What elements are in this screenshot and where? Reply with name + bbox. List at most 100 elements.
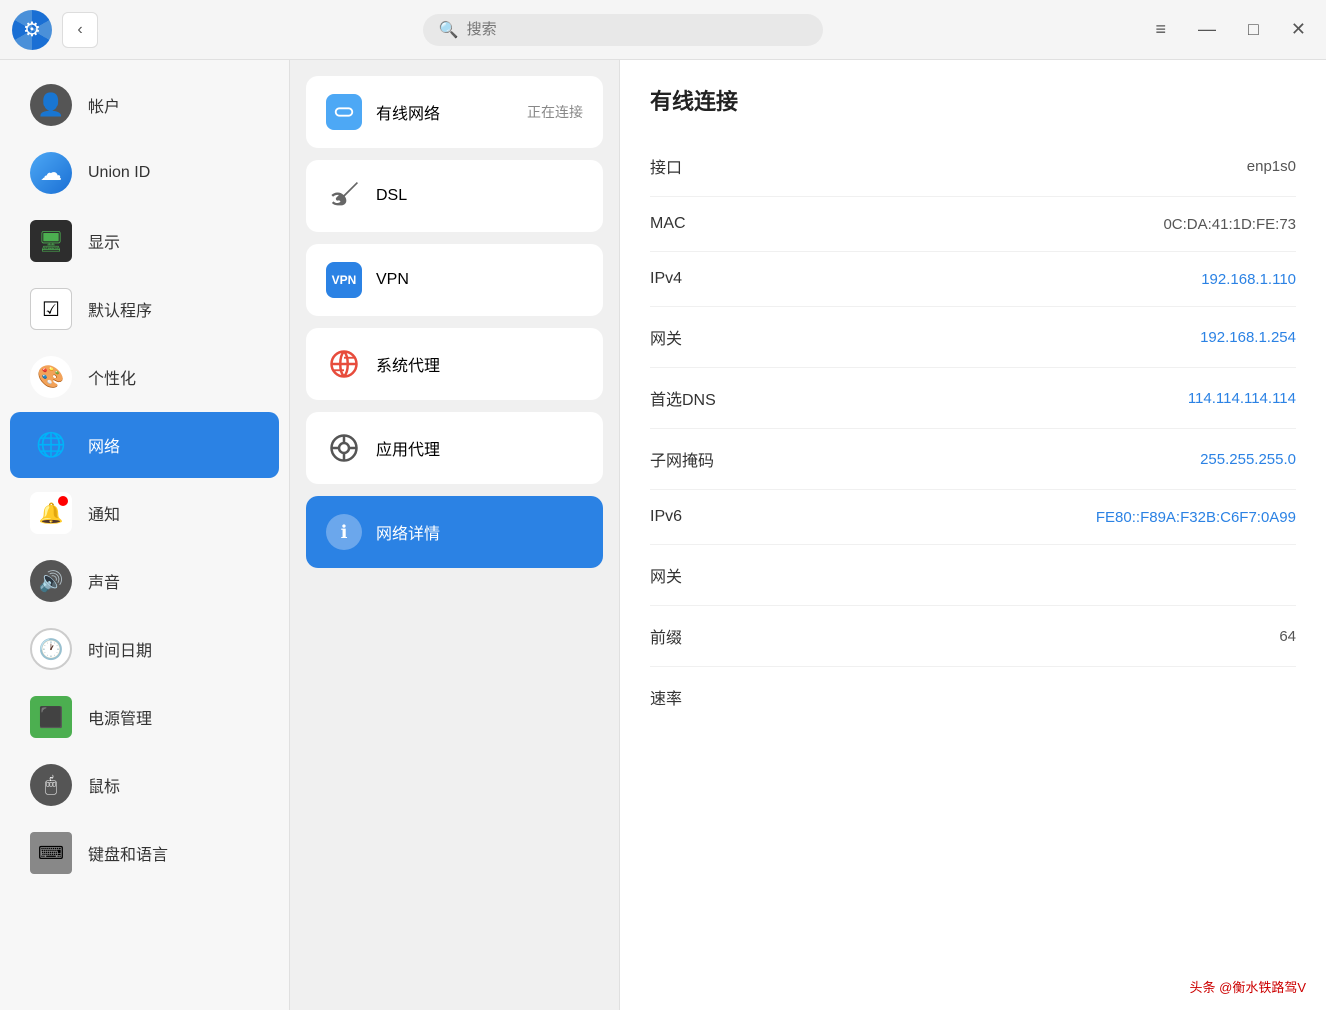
detail-row-interface: 接口 enp1s0 — [650, 136, 1296, 197]
dsl-label: DSL — [376, 187, 583, 205]
detail-row-gateway: 网关 192.168.1.254 — [650, 307, 1296, 368]
sidebar-label-default: 默认程序 — [88, 297, 152, 321]
wired-network-label: 有线网络 — [376, 100, 513, 124]
netdetail-label: 网络详情 — [376, 520, 583, 544]
display-icon: 🖥 — [30, 220, 72, 262]
detail-value-interface: enp1s0 — [1247, 158, 1296, 175]
middle-item-appproxy[interactable]: 应用代理 — [306, 412, 603, 484]
detail-row-ipv6: IPv6 FE80::F89A:F32B:C6F7:0A99 — [650, 490, 1296, 545]
netdetail-icon: ℹ — [326, 514, 362, 550]
titlebar: ‹ 🔍 ≡ — □ ✕ — [0, 0, 1326, 60]
detail-row-speed: 速率 — [650, 667, 1296, 727]
sidebar-item-personal[interactable]: 🎨 个性化 — [10, 344, 279, 410]
datetime-icon: 🕐 — [30, 628, 72, 670]
detail-value-subnet: 255.255.255.0 — [1200, 451, 1296, 468]
detail-row-dns: 首选DNS 114.114.114.114 — [650, 368, 1296, 429]
search-bar: 🔍 — [98, 14, 1148, 46]
sidebar-item-unionid[interactable]: ☁ Union ID — [10, 140, 279, 206]
detail-key-speed: 速率 — [650, 685, 682, 709]
sidebar-label-account: 帐户 — [88, 93, 120, 117]
middle-item-dsl[interactable]: DSL — [306, 160, 603, 232]
detail-key-mac: MAC — [650, 215, 686, 233]
network-icon: 🌐 — [30, 424, 72, 466]
sidebar-item-notify[interactable]: 🔔 通知 — [10, 480, 279, 546]
sidebar-item-datetime[interactable]: 🕐 时间日期 — [10, 616, 279, 682]
wired-network-status: 正在连接 — [527, 102, 583, 122]
unionid-icon: ☁ — [30, 152, 72, 194]
detail-key-gateway: 网关 — [650, 325, 682, 349]
appproxy-icon — [326, 430, 362, 466]
sidebar-label-keyboard: 键盘和语言 — [88, 841, 168, 865]
detail-value-prefix: 64 — [1279, 628, 1296, 645]
detail-row-ipv4: IPv4 192.168.1.110 — [650, 252, 1296, 307]
detail-panel: 有线连接 接口 enp1s0 MAC 0C:DA:41:1D:FE:73 IPv… — [620, 60, 1326, 1010]
sidebar-label-display: 显示 — [88, 229, 120, 253]
sidebar-label-datetime: 时间日期 — [88, 637, 152, 661]
detail-key-prefix: 前缀 — [650, 624, 682, 648]
sidebar-item-sound[interactable]: 🔊 声音 — [10, 548, 279, 614]
sidebar-label-sound: 声音 — [88, 569, 120, 593]
detail-key-subnet: 子网掩码 — [650, 447, 714, 471]
search-input[interactable] — [467, 21, 807, 38]
sysproxy-label: 系统代理 — [376, 352, 583, 376]
personal-icon: 🎨 — [30, 356, 72, 398]
detail-key-ipv6: IPv6 — [650, 508, 682, 526]
detail-row-subnet: 子网掩码 255.255.255.0 — [650, 429, 1296, 490]
detail-row-mac: MAC 0C:DA:41:1D:FE:73 — [650, 197, 1296, 252]
search-icon: 🔍 — [439, 20, 459, 40]
middle-item-netdetail[interactable]: ℹ 网络详情 — [306, 496, 603, 568]
sidebar-item-display[interactable]: 🖥 显示 — [10, 208, 279, 274]
watermark: 头条 @衡水铁路驾V — [1180, 973, 1316, 1000]
search-input-wrap: 🔍 — [423, 14, 823, 46]
vpn-label: VPN — [376, 271, 583, 289]
sidebar-item-mouse[interactable]: 🖱 鼠标 — [10, 752, 279, 818]
sidebar-item-default[interactable]: ☑ 默认程序 — [10, 276, 279, 342]
sidebar-item-account[interactable]: 👤 帐户 — [10, 72, 279, 138]
middle-panel: 有线网络 正在连接 DSL VPN VPN — [290, 60, 620, 1010]
detail-key-gateway6: 网关 — [650, 563, 682, 587]
menu-button[interactable]: ≡ — [1148, 15, 1175, 44]
titlebar-right: ≡ — □ ✕ — [1148, 15, 1314, 44]
detail-row-prefix: 前缀 64 — [650, 606, 1296, 667]
detail-value-gateway: 192.168.1.254 — [1200, 329, 1296, 346]
detail-value-ipv6: FE80::F89A:F32B:C6F7:0A99 — [1096, 509, 1296, 526]
vpn-icon: VPN — [326, 262, 362, 298]
sidebar-label-notify: 通知 — [88, 501, 120, 525]
detail-value-mac: 0C:DA:41:1D:FE:73 — [1163, 216, 1296, 233]
detail-value-dns: 114.114.114.114 — [1188, 390, 1296, 407]
detail-value-ipv4: 192.168.1.110 — [1201, 271, 1296, 288]
mouse-icon: 🖱 — [30, 764, 72, 806]
wired-network-icon — [326, 94, 362, 130]
power-icon: ⬛ — [30, 696, 72, 738]
sidebar-label-personal: 个性化 — [88, 365, 136, 389]
appproxy-label: 应用代理 — [376, 436, 583, 460]
sidebar: 👤 帐户 ☁ Union ID 🖥 显示 ☑ 默认程序 🎨 个性化 🌐 网络 — [0, 60, 290, 1010]
close-button[interactable]: ✕ — [1283, 15, 1314, 44]
detail-title: 有线连接 — [650, 84, 1296, 116]
middle-item-vpn[interactable]: VPN VPN — [306, 244, 603, 316]
notify-icon: 🔔 — [30, 492, 72, 534]
minimize-button[interactable]: — — [1190, 15, 1224, 44]
detail-key-ipv4: IPv4 — [650, 270, 682, 288]
sound-icon: 🔊 — [30, 560, 72, 602]
sidebar-label-unionid: Union ID — [88, 164, 150, 182]
account-icon: 👤 — [30, 84, 72, 126]
titlebar-left: ‹ — [12, 10, 98, 50]
sidebar-item-keyboard[interactable]: ⌨ 键盘和语言 — [10, 820, 279, 886]
detail-key-interface: 接口 — [650, 154, 682, 178]
detail-row-gateway6: 网关 — [650, 545, 1296, 606]
sidebar-label-power: 电源管理 — [88, 705, 152, 729]
middle-item-wired[interactable]: 有线网络 正在连接 — [306, 76, 603, 148]
back-button[interactable]: ‹ — [62, 12, 98, 48]
restore-button[interactable]: □ — [1240, 15, 1267, 44]
app-logo — [12, 10, 52, 50]
detail-key-dns: 首选DNS — [650, 386, 716, 410]
sidebar-label-network: 网络 — [88, 433, 120, 457]
sidebar-item-power[interactable]: ⬛ 电源管理 — [10, 684, 279, 750]
sidebar-item-network[interactable]: 🌐 网络 — [10, 412, 279, 478]
main-content: 👤 帐户 ☁ Union ID 🖥 显示 ☑ 默认程序 🎨 个性化 🌐 网络 — [0, 60, 1326, 1010]
sidebar-label-mouse: 鼠标 — [88, 773, 120, 797]
sysproxy-icon — [326, 346, 362, 382]
keyboard-icon: ⌨ — [30, 832, 72, 874]
middle-item-sysproxy[interactable]: 系统代理 — [306, 328, 603, 400]
